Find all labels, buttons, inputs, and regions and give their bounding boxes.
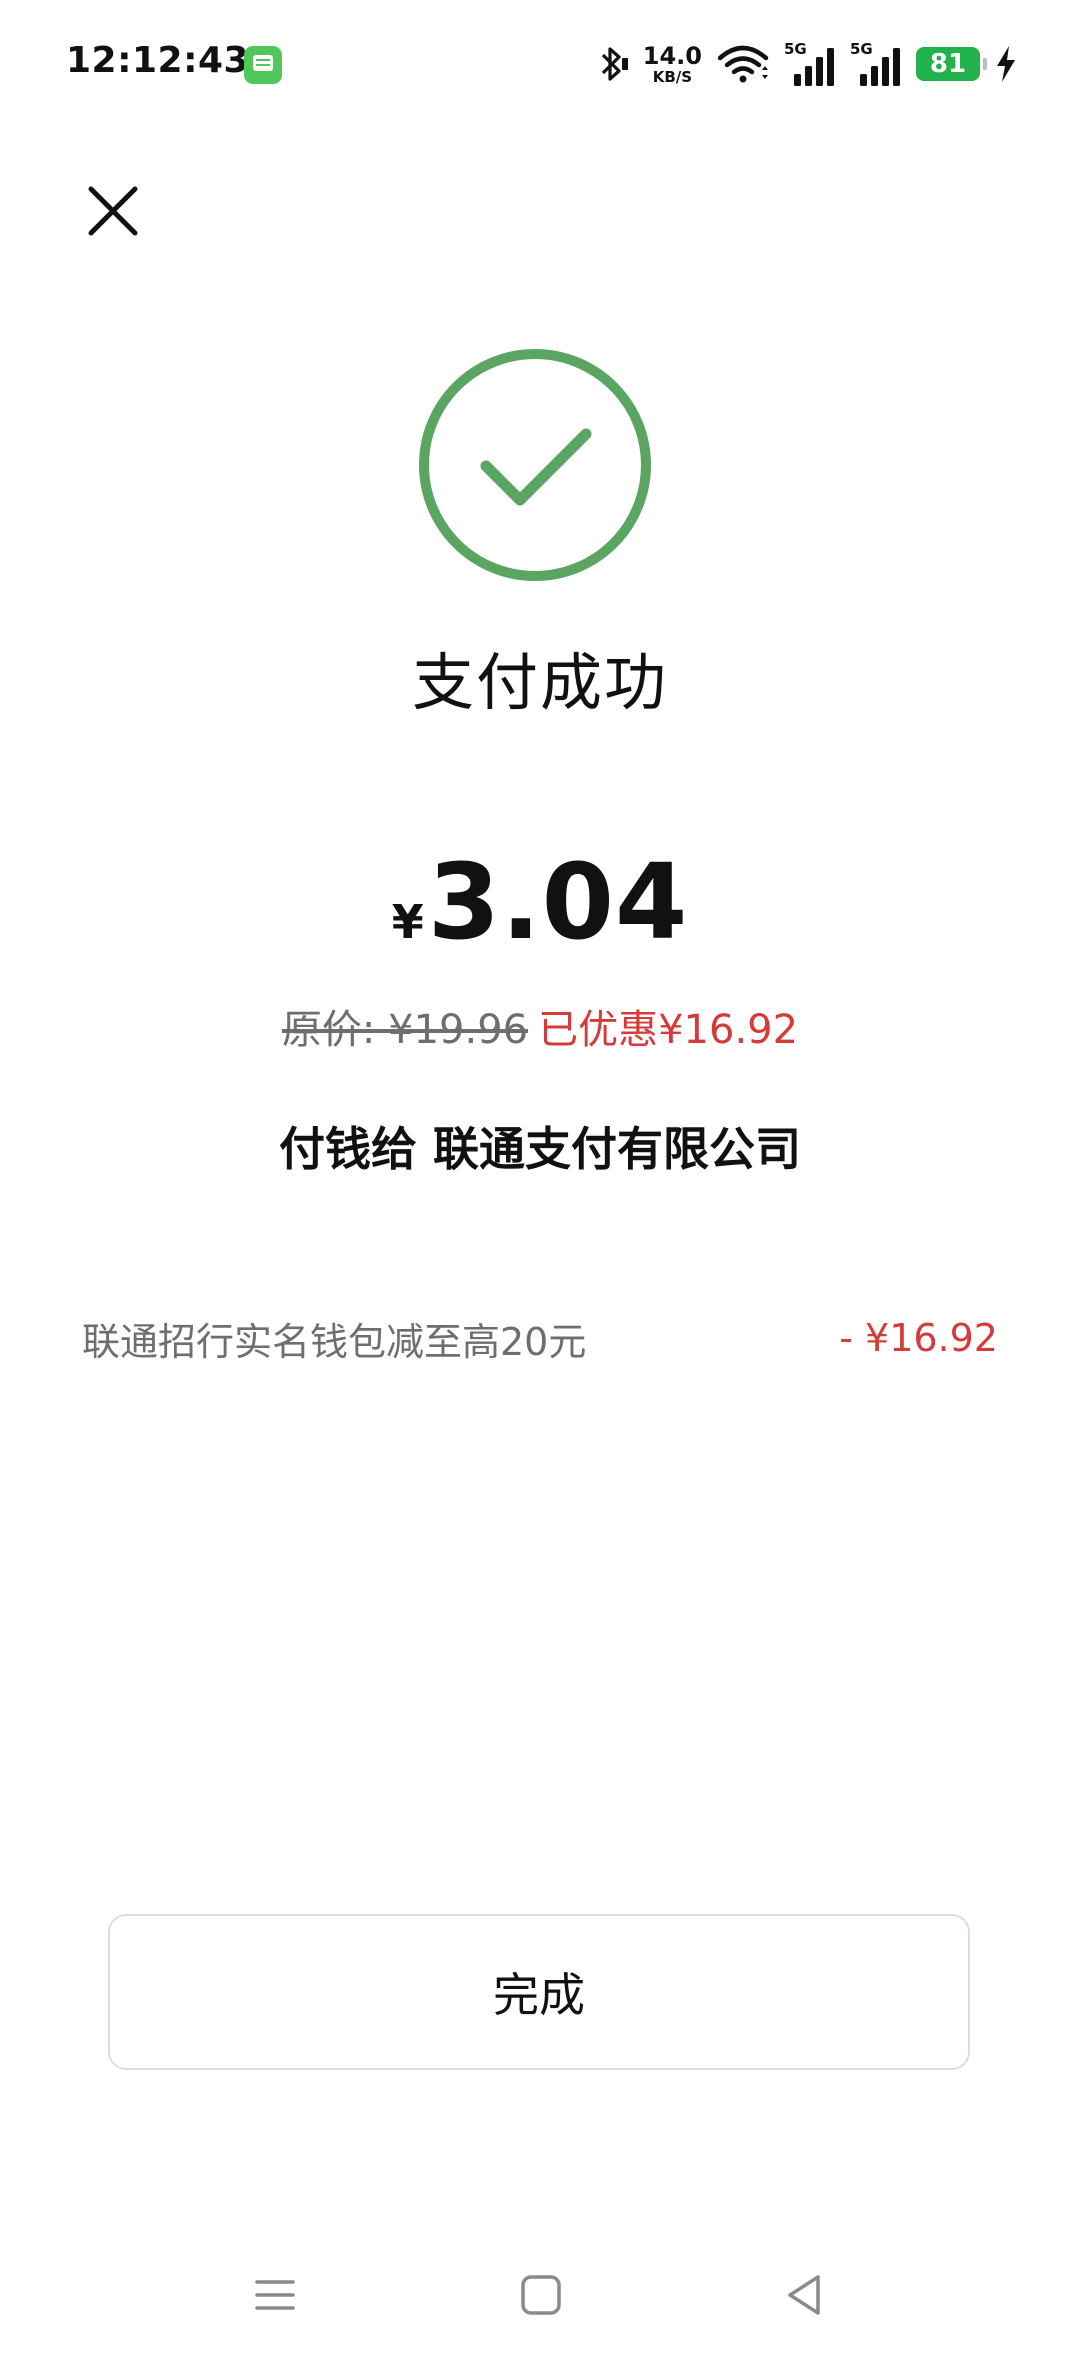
- battery-icon: 81: [916, 47, 987, 81]
- menu-button[interactable]: [240, 2260, 310, 2330]
- home-icon: [521, 2275, 561, 2315]
- done-button-label: 完成: [493, 1968, 585, 2022]
- message-app-icon: [244, 46, 282, 84]
- signal-icon: 5G: [784, 42, 836, 86]
- discount-detail-row: 联通招行实名钱包减至高20元 - ¥16.92: [82, 1310, 998, 1366]
- amount-value: 3.04: [427, 841, 689, 963]
- network-speed-unit: KB/S: [652, 67, 693, 86]
- network-speed-value: 14.0: [642, 41, 702, 70]
- back-button[interactable]: [770, 2260, 840, 2330]
- status-icons: 14.0 KB/S 5G 5G 81: [595, 38, 1018, 90]
- done-button[interactable]: 完成: [108, 1914, 970, 2070]
- currency-symbol: ¥: [391, 895, 424, 949]
- signal-icon: 5G: [850, 42, 902, 86]
- bluetooth-icon: [595, 44, 629, 84]
- discount-value: - ¥16.92: [839, 1316, 998, 1360]
- discount-total: 已优惠¥16.92: [538, 1007, 799, 1053]
- discount-label: 联通招行实名钱包减至高20元: [82, 1319, 587, 1364]
- payment-success-title: 支付成功: [411, 646, 668, 719]
- battery-level: 81: [929, 49, 967, 79]
- status-bar: 12:12:43 14.0 KB/S 5G 5G 81: [0, 0, 1080, 130]
- network-speed: 14.0 KB/S: [643, 44, 702, 85]
- price-summary: 原价: ¥19.96 已优惠¥16.92: [0, 1010, 1080, 1050]
- back-icon: [788, 2275, 820, 2315]
- wifi-icon: [716, 44, 770, 84]
- payment-amount: ¥3.04: [0, 850, 1080, 954]
- home-button[interactable]: [506, 2260, 576, 2330]
- original-price: 原价: ¥19.96: [281, 1007, 529, 1053]
- payee-text: 付钱给 联通支付有限公司: [278, 1122, 801, 1176]
- charging-icon: [994, 44, 1018, 84]
- check-circle-icon: [418, 348, 652, 582]
- close-icon: [88, 186, 138, 236]
- system-nav-bar: [0, 2260, 1080, 2350]
- status-time: 12:12:43: [66, 40, 250, 81]
- menu-icon: [255, 2280, 295, 2310]
- close-button[interactable]: [86, 184, 140, 238]
